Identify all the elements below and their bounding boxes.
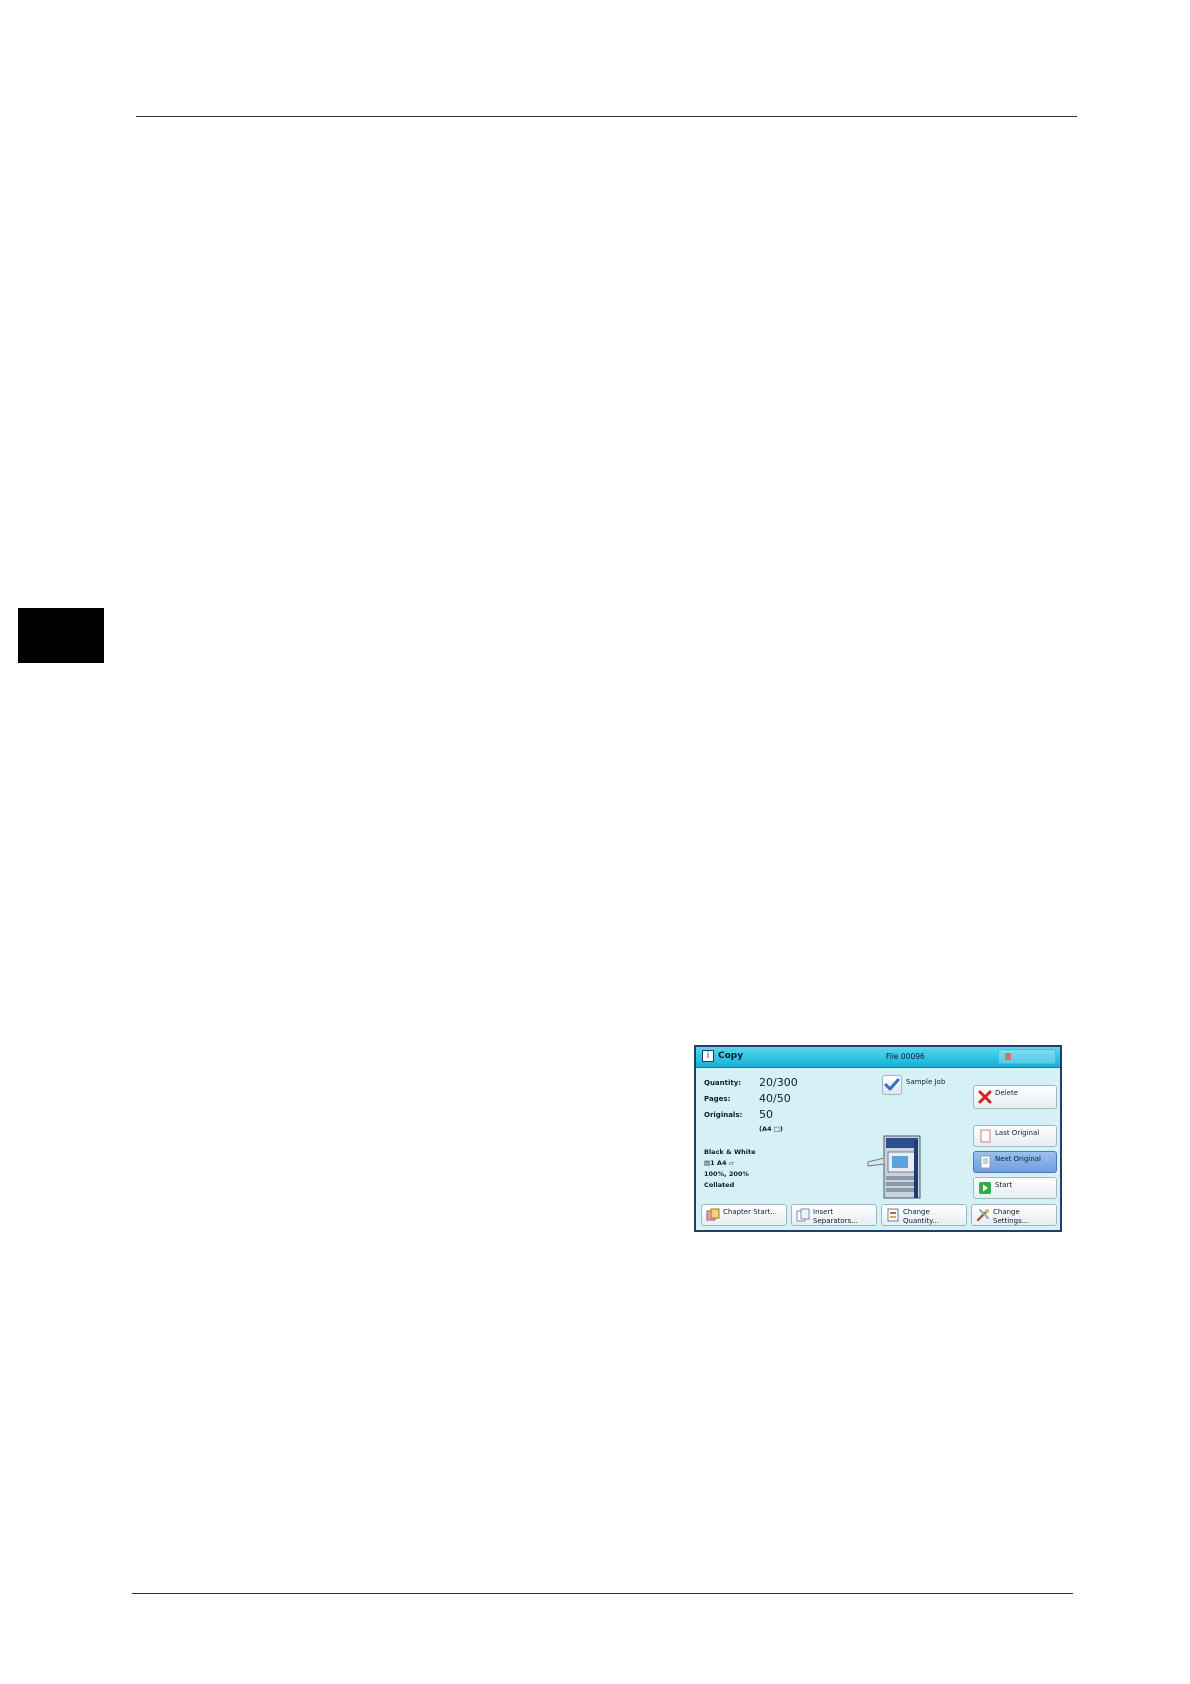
- output-mode: Collated: [704, 1181, 735, 1189]
- copy-job-panel: i Copy File 00096 Quantity: 20/300 Pages…: [694, 1045, 1062, 1232]
- color-mode: Black & White: [704, 1148, 756, 1156]
- stop-icon: [1005, 1053, 1011, 1060]
- change-settings-label: Change Settings...: [993, 1208, 1029, 1225]
- document-stack-icon: [980, 1155, 991, 1169]
- quantity-label: Quantity:: [704, 1079, 742, 1087]
- originals-label: Originals:: [704, 1111, 743, 1119]
- checkmark-icon: [884, 1078, 900, 1091]
- document-icon: [980, 1129, 991, 1143]
- change-settings-button[interactable]: Change Settings...: [971, 1204, 1057, 1226]
- next-original-label: Next Original: [995, 1155, 1041, 1163]
- pages-label: Pages:: [704, 1095, 731, 1103]
- header-rule: [136, 116, 1077, 117]
- stop-button: [998, 1049, 1056, 1064]
- last-original-button[interactable]: Last Original: [973, 1125, 1057, 1147]
- chapter-tab: [18, 608, 104, 663]
- change-quantity-button[interactable]: Change Quantity...: [881, 1204, 967, 1226]
- panel-title: Copy: [718, 1051, 744, 1061]
- tools-icon: [976, 1209, 989, 1222]
- originals-size: (A4 □): [759, 1125, 783, 1133]
- chapter-start-label: Chapter Start...: [723, 1208, 777, 1216]
- paper-tray: ▤1 A4 ▱: [704, 1159, 734, 1167]
- change-quantity-label: Change Quantity...: [903, 1208, 939, 1225]
- separator-pages-icon: [796, 1208, 810, 1222]
- footer-rule: [132, 1593, 1073, 1594]
- originals-value: 50: [759, 1108, 773, 1121]
- quantity-value: 20/300: [759, 1076, 798, 1089]
- last-original-label: Last Original: [995, 1129, 1040, 1137]
- reduce-enlarge: 100%, 200%: [704, 1170, 749, 1178]
- sample-job-label: Sample Job: [906, 1078, 946, 1086]
- start-button[interactable]: Start: [973, 1177, 1057, 1199]
- quantity-icon: [887, 1208, 899, 1222]
- delete-label: Delete: [995, 1089, 1018, 1097]
- panel-title-bar: i Copy File 00096: [696, 1047, 1060, 1068]
- start-play-icon: [979, 1182, 991, 1194]
- start-label: Start: [995, 1181, 1013, 1189]
- pages-value: 40/50: [759, 1092, 791, 1105]
- sample-job-checkbox[interactable]: [882, 1075, 902, 1095]
- job-info-icon[interactable]: i: [702, 1050, 714, 1062]
- insert-separators-button[interactable]: Insert Separators...: [791, 1204, 877, 1226]
- insert-separators-label: Insert Separators...: [813, 1208, 858, 1225]
- copier-machine-icon: [867, 1135, 921, 1199]
- delete-x-icon: [978, 1090, 992, 1104]
- file-number: File 00096: [886, 1052, 925, 1061]
- chapter-start-button[interactable]: Chapter Start...: [701, 1204, 787, 1226]
- delete-button[interactable]: Delete: [973, 1085, 1057, 1109]
- chapter-start-icon: [706, 1208, 720, 1221]
- next-original-button[interactable]: Next Original: [973, 1151, 1057, 1173]
